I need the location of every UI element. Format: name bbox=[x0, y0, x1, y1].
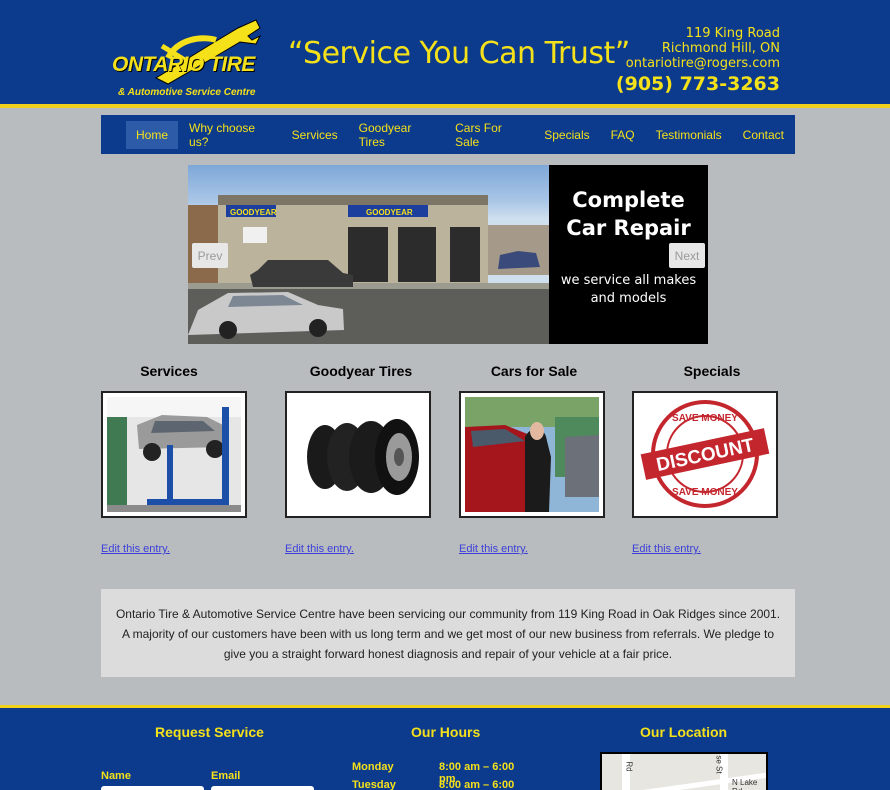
address-line-1: 119 King Road bbox=[685, 26, 780, 41]
map-road bbox=[622, 754, 630, 790]
feature-cars-for-sale: Cars for Sale Edit this entry. bbox=[459, 363, 605, 555]
shop-photo: GOODYEAR GOODYEAR bbox=[188, 165, 549, 344]
location-map[interactable]: Rd se St N Lake Rd bbox=[600, 752, 768, 790]
nav-cars-for-sale[interactable]: Cars For Sale bbox=[445, 114, 533, 156]
site-header: ONTARIO TIRE & Automotive Service Centre… bbox=[0, 0, 890, 108]
services-image[interactable] bbox=[101, 391, 247, 518]
slide-title: Complete Car Repair bbox=[566, 188, 691, 240]
feature-specials: Specials SAVE MONEY DISCOUNT SAVE MONEY … bbox=[632, 363, 778, 555]
hours-time: 8:00 am – 6:00 pm bbox=[439, 779, 515, 790]
address-line-2: Richmond Hill, ON bbox=[661, 41, 780, 56]
map-label: se St bbox=[714, 755, 724, 774]
slide-subtitle: we service all makes and models bbox=[560, 273, 697, 306]
hours-row: Monday 8:00 am – 6:00 pm bbox=[352, 761, 532, 785]
edit-entry-link[interactable]: Edit this entry. bbox=[632, 543, 701, 555]
nav-contact[interactable]: Contact bbox=[733, 121, 794, 149]
slider-next-button[interactable]: Next bbox=[669, 243, 705, 268]
nav-specials[interactable]: Specials bbox=[534, 121, 599, 149]
name-field[interactable] bbox=[101, 786, 204, 790]
our-hours-title: Our Hours bbox=[411, 724, 481, 740]
edit-entry-link[interactable]: Edit this entry. bbox=[101, 543, 170, 555]
feature-title: Specials bbox=[683, 363, 741, 379]
hero-slider: GOODYEAR GOODYEAR Complete Car Repair we… bbox=[188, 165, 708, 344]
goodyear-sign-left: GOODYEAR bbox=[230, 208, 277, 217]
main-nav: Home Why choose us? Services Goodyear Ti… bbox=[101, 115, 795, 154]
nav-why-choose-us[interactable]: Why choose us? bbox=[179, 114, 281, 156]
site-logo[interactable]: ONTARIO TIRE & Automotive Service Centre bbox=[108, 18, 268, 98]
logo-text: ONTARIO TIRE bbox=[112, 53, 255, 76]
site-footer: Request Service Name Email Our Hours Mon… bbox=[0, 705, 890, 790]
feature-services: Services Edit this entry. bbox=[101, 363, 247, 555]
feature-title: Goodyear Tires bbox=[309, 363, 413, 379]
specials-image[interactable]: SAVE MONEY DISCOUNT SAVE MONEY bbox=[632, 391, 778, 518]
about-text: Ontario Tire & Automotive Service Centre… bbox=[101, 589, 795, 677]
badge-top-text: SAVE MONEY bbox=[672, 413, 738, 424]
nav-services[interactable]: Services bbox=[282, 121, 348, 149]
hours-day: Monday bbox=[352, 761, 394, 773]
edit-entry-link[interactable]: Edit this entry. bbox=[459, 543, 528, 555]
cars-image[interactable] bbox=[459, 391, 605, 518]
phone-number[interactable]: (905) 773-3263 bbox=[616, 73, 780, 95]
name-label: Name bbox=[101, 770, 131, 782]
logo-subtext: & Automotive Service Centre bbox=[118, 87, 256, 98]
feature-goodyear-tires: Goodyear Tires Edit this entry. bbox=[285, 363, 431, 555]
slider-prev-button[interactable]: Prev bbox=[192, 243, 228, 268]
nav-home[interactable]: Home bbox=[126, 120, 179, 149]
nav-goodyear-tires[interactable]: Goodyear Tires bbox=[349, 114, 444, 156]
our-location-title: Our Location bbox=[640, 724, 728, 740]
request-service-title: Request Service bbox=[155, 724, 264, 740]
nav-faq[interactable]: FAQ bbox=[601, 121, 645, 149]
edit-entry-link[interactable]: Edit this entry. bbox=[285, 543, 354, 555]
map-label: Rd bbox=[624, 761, 634, 772]
hours-day: Tuesday bbox=[352, 779, 396, 790]
tires-image[interactable] bbox=[285, 391, 431, 518]
tagline: “Service You Can Trust” bbox=[288, 36, 630, 71]
email-link[interactable]: ontariotire@rogers.com bbox=[616, 56, 780, 71]
map-label: N Lake Rd bbox=[732, 778, 758, 790]
feature-title: Services bbox=[140, 363, 198, 379]
email-label: Email bbox=[211, 770, 241, 782]
badge-bottom-text: SAVE MONEY bbox=[672, 487, 738, 498]
nav-testimonials[interactable]: Testimonials bbox=[646, 121, 732, 149]
feature-title: Cars for Sale bbox=[490, 363, 578, 379]
hours-row: Tuesday 8:00 am – 6:00 pm bbox=[352, 779, 532, 790]
email-field[interactable] bbox=[211, 786, 314, 790]
goodyear-sign-right: GOODYEAR bbox=[366, 208, 413, 217]
header-contact: 119 King Road Richmond Hill, ON ontariot… bbox=[616, 26, 780, 95]
